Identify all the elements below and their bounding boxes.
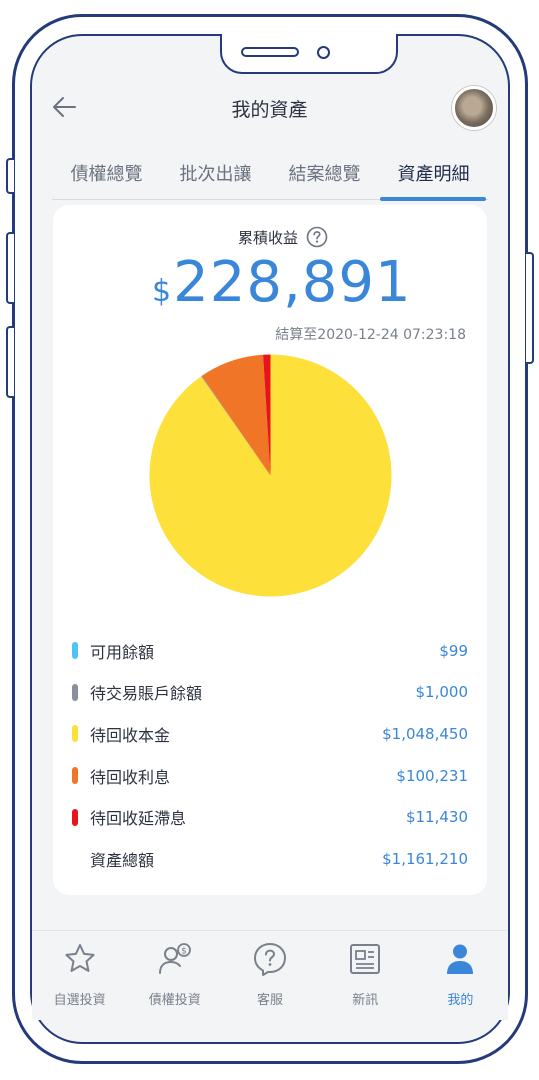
support-icon (254, 943, 286, 976)
total-assets-value: $1,161,210 (382, 849, 468, 868)
asset-legend: 可用餘額 $99 待交易賬戶餘額 $1,000 待回收本金 $1,048,450… (72, 630, 468, 880)
tab-bar: 債權總覽 批次出讓 結案總覽 資產明細 (52, 154, 488, 200)
nav-item-news[interactable]: 新訊 (318, 931, 413, 1020)
legend-row-total-assets: 資產總額 $1,161,210 (72, 838, 468, 880)
legend-swatch (72, 683, 78, 701)
legend-swatch (72, 642, 78, 660)
legend-row-late-interest: 待回收延滯息 $11,430 (72, 796, 468, 838)
front-camera (317, 46, 330, 59)
nav-label: 我的 (447, 993, 474, 1008)
total-assets-label: 資產總額 (90, 850, 155, 870)
total-earnings: $ 228,891 (152, 250, 412, 315)
help-icon[interactable] (306, 226, 328, 248)
legend-swatch (72, 725, 78, 743)
legend-swatch (72, 767, 78, 785)
nav-label: 債權投資 (148, 993, 201, 1008)
legend-row-available: 可用餘額 $99 (72, 630, 468, 672)
legend-label: 可用餘額 (90, 642, 155, 662)
legend-label: 待回收本金 (90, 725, 171, 745)
legend-row-principal: 待回收本金 $1,048,450 (72, 713, 468, 755)
legend-label: 待交易賬戶餘額 (90, 684, 203, 704)
settlement-time: 結算至2020-12-24 07:23:18 (275, 327, 466, 343)
legend-value: $11,430 (405, 808, 468, 827)
tab-claims-overview[interactable]: 債權總覽 (52, 154, 161, 200)
earnings-value: 228,891 (173, 250, 412, 315)
legend-value: $100,231 (396, 766, 468, 785)
tab-asset-details[interactable]: 資產明細 (379, 154, 488, 200)
nav-label: 自選投資 (53, 993, 106, 1008)
tab-closed-overview[interactable]: 結案總覽 (270, 154, 379, 200)
nav-item-support[interactable]: 客服 (222, 931, 317, 1020)
tab-batch-transfer[interactable]: 批次出讓 (161, 154, 270, 200)
bottom-navigation: 自選投資 $ 債權投資 客服 新訊 我的 (32, 930, 508, 1020)
power-button (526, 252, 534, 364)
svg-text:$: $ (181, 947, 187, 957)
legend-swatch (72, 808, 78, 826)
currency-symbol: $ (152, 274, 172, 309)
active-tab-indicator (380, 197, 486, 201)
nav-item-profile[interactable]: 我的 (413, 931, 508, 1020)
star-icon (64, 944, 95, 972)
nav-item-watchlist[interactable]: 自選投資 (32, 931, 127, 1020)
avatar[interactable] (452, 86, 496, 130)
legend-value: $1,048,450 (382, 724, 468, 743)
legend-row-pending-account: 待交易賬戶餘額 $1,000 (72, 672, 468, 714)
nav-label: 新訊 (352, 993, 379, 1008)
asset-pie-chart (149, 354, 392, 597)
investor-icon: $ (158, 943, 191, 974)
news-icon (350, 944, 381, 974)
legend-value: $99 (439, 641, 468, 660)
mute-switch (6, 158, 14, 194)
profile-icon (447, 944, 474, 974)
legend-label: 待回收利息 (90, 767, 171, 787)
speaker (241, 47, 299, 57)
nav-label: 客服 (257, 993, 284, 1008)
legend-label: 待回收延滯息 (90, 809, 187, 829)
legend-row-interest: 待回收利息 $100,231 (72, 755, 468, 797)
legend-value: $1,000 (415, 683, 469, 702)
nav-item-claims-invest[interactable]: $ 債權投資 (127, 931, 222, 1020)
volume-up-button (6, 232, 14, 304)
earnings-label: 累積收益 (238, 229, 299, 247)
volume-down-button (6, 326, 14, 398)
